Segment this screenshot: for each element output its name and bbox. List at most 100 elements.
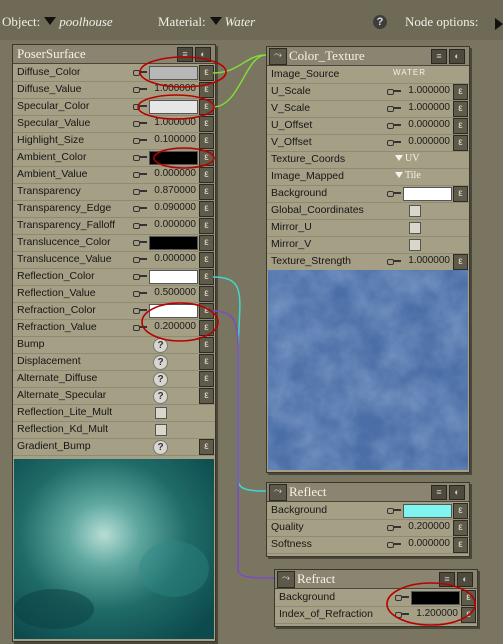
color-swatch[interactable] bbox=[149, 236, 198, 250]
plug-input-icon[interactable]: ε bbox=[199, 286, 214, 302]
param-row-texture-strength: Texture_Strength 1.000000 ε bbox=[267, 253, 469, 271]
image-source-value[interactable]: WATER bbox=[393, 68, 443, 77]
checkbox[interactable] bbox=[155, 424, 167, 436]
help-icon[interactable]: ? bbox=[153, 372, 168, 387]
plug-input-icon[interactable]: ε bbox=[453, 118, 468, 134]
node-header[interactable]: ⤳ Color_Texture ≡ ◐ bbox=[267, 47, 469, 66]
plug-input-icon[interactable]: ε bbox=[199, 150, 214, 166]
param-value[interactable]: 0.200000 bbox=[403, 521, 450, 532]
node-header[interactable]: ⤳ Reflect ≡ ◐ bbox=[267, 483, 469, 502]
color-texture-node[interactable]: ⤳ Color_Texture ≡ ◐ Image_Source WATER U_S… bbox=[266, 46, 470, 473]
refract-node[interactable]: ⤳ Refract ≡ ◐ Background ε Index_of_Refrac… bbox=[274, 569, 478, 627]
plug-input-icon[interactable]: ε bbox=[199, 82, 214, 98]
param-value[interactable]: 0.000000 bbox=[403, 119, 450, 130]
plug-input-icon[interactable]: ε bbox=[453, 503, 468, 519]
plug-input-icon[interactable]: ε bbox=[199, 337, 214, 353]
param-value[interactable]: 1.200000 bbox=[411, 608, 458, 619]
dropdown[interactable]: Tile bbox=[395, 170, 421, 181]
plug-input-icon[interactable]: ε bbox=[199, 116, 214, 132]
plug-input-icon[interactable]: ε bbox=[199, 218, 214, 234]
color-swatch[interactable] bbox=[149, 66, 198, 80]
reflect-node[interactable]: ⤳ Reflect ≡ ◐ Background ε Quality 0.200000… bbox=[266, 482, 470, 557]
plug-input-icon[interactable]: ε bbox=[199, 439, 214, 455]
question-icon[interactable]: ? bbox=[373, 15, 387, 29]
color-swatch[interactable] bbox=[149, 100, 198, 114]
plug-input-icon[interactable]: ε bbox=[199, 99, 214, 115]
node-link-icon[interactable]: ⤳ bbox=[277, 571, 295, 588]
collapse-params-icon[interactable]: ≡ bbox=[177, 47, 193, 62]
plug-input-icon[interactable]: ε bbox=[199, 303, 214, 319]
help-icon[interactable]: ? bbox=[153, 440, 168, 455]
node-link-icon[interactable]: ⤳ bbox=[269, 48, 287, 65]
help-icon[interactable]: ? bbox=[153, 355, 168, 370]
plug-input-icon[interactable]: ε bbox=[199, 388, 214, 404]
node-link-icon[interactable]: ⤳ bbox=[269, 484, 287, 501]
preview-toggle-icon[interactable]: ◐ bbox=[195, 47, 211, 62]
plug-input-icon[interactable]: ε bbox=[199, 65, 214, 81]
color-swatch[interactable] bbox=[149, 270, 198, 284]
plug-input-icon[interactable]: ε bbox=[199, 354, 214, 370]
node-header[interactable]: PoserSurface ≡ ◐ bbox=[13, 45, 215, 64]
plug-input-icon[interactable]: ε bbox=[453, 537, 468, 553]
object-selector[interactable]: Object: poolhouse bbox=[2, 14, 113, 30]
param-value[interactable]: 1.000000 bbox=[149, 83, 196, 94]
object-dropdown-icon[interactable] bbox=[44, 17, 57, 25]
poser-surface-node[interactable]: PoserSurface ≡ ◐ Diffuse_Color ε Diffuse_V… bbox=[12, 44, 216, 642]
node-options-arrow-icon[interactable] bbox=[495, 18, 503, 30]
param-value[interactable]: 1.000000 bbox=[149, 117, 196, 128]
color-swatch[interactable] bbox=[403, 504, 452, 518]
collapse-params-icon[interactable]: ≡ bbox=[431, 485, 447, 500]
param-value[interactable]: 0.000000 bbox=[403, 136, 450, 147]
help-icon[interactable]: ? bbox=[153, 338, 168, 353]
node-options-label[interactable]: Node options: bbox=[405, 14, 478, 30]
plug-input-icon[interactable]: ε bbox=[461, 607, 476, 623]
plug-input-icon[interactable]: ε bbox=[199, 252, 214, 268]
param-value[interactable]: 1.000000 bbox=[403, 255, 450, 266]
plug-input-icon[interactable]: ε bbox=[453, 84, 468, 100]
preview-toggle-icon[interactable]: ◐ bbox=[457, 572, 473, 587]
param-value[interactable]: 0.000000 bbox=[149, 253, 196, 264]
plug-input-icon[interactable]: ε bbox=[199, 269, 214, 285]
link-icon bbox=[133, 239, 147, 246]
material-dropdown-icon[interactable] bbox=[209, 17, 222, 25]
param-value[interactable]: 0.500000 bbox=[149, 287, 196, 298]
plug-input-icon[interactable]: ε bbox=[199, 201, 214, 217]
plug-input-icon[interactable]: ε bbox=[453, 254, 468, 270]
checkbox[interactable] bbox=[409, 239, 421, 251]
param-value[interactable]: 0.870000 bbox=[149, 185, 196, 196]
plug-input-icon[interactable]: ε bbox=[461, 590, 476, 606]
plug-input-icon[interactable]: ε bbox=[199, 235, 214, 251]
preview-toggle-icon[interactable]: ◐ bbox=[449, 49, 465, 64]
checkbox[interactable] bbox=[409, 205, 421, 217]
color-swatch[interactable] bbox=[411, 591, 460, 605]
plug-input-icon[interactable]: ε bbox=[453, 101, 468, 117]
color-swatch[interactable] bbox=[403, 187, 452, 201]
node-header[interactable]: ⤳ Refract ≡ ◐ bbox=[275, 570, 477, 589]
material-selector[interactable]: Material: Water bbox=[158, 14, 255, 30]
plug-input-icon[interactable]: ε bbox=[199, 133, 214, 149]
param-value[interactable]: 0.000000 bbox=[149, 219, 196, 230]
param-value[interactable]: 1.000000 bbox=[403, 85, 450, 96]
dropdown[interactable]: UV bbox=[395, 153, 419, 164]
checkbox[interactable] bbox=[409, 222, 421, 234]
plug-input-icon[interactable]: ε bbox=[199, 371, 214, 387]
plug-input-icon[interactable]: ε bbox=[453, 520, 468, 536]
param-value[interactable]: 0.000000 bbox=[403, 538, 450, 549]
plug-input-icon[interactable]: ε bbox=[199, 167, 214, 183]
help-icon[interactable]: ? bbox=[153, 389, 168, 404]
param-value[interactable]: 0.000000 bbox=[149, 168, 196, 179]
plug-input-icon[interactable]: ε bbox=[453, 135, 468, 151]
checkbox[interactable] bbox=[155, 407, 167, 419]
plug-input-icon[interactable]: ε bbox=[453, 186, 468, 202]
param-value[interactable]: 0.200000 bbox=[149, 321, 196, 332]
param-value[interactable]: 0.100000 bbox=[149, 134, 196, 145]
color-swatch[interactable] bbox=[149, 304, 198, 318]
collapse-params-icon[interactable]: ≡ bbox=[431, 49, 447, 64]
param-value[interactable]: 1.000000 bbox=[403, 102, 450, 113]
plug-input-icon[interactable]: ε bbox=[199, 184, 214, 200]
plug-input-icon[interactable]: ε bbox=[199, 320, 214, 336]
preview-toggle-icon[interactable]: ◐ bbox=[449, 485, 465, 500]
collapse-params-icon[interactable]: ≡ bbox=[439, 572, 455, 587]
param-value[interactable]: 0.090000 bbox=[149, 202, 196, 213]
color-swatch[interactable] bbox=[149, 151, 198, 165]
